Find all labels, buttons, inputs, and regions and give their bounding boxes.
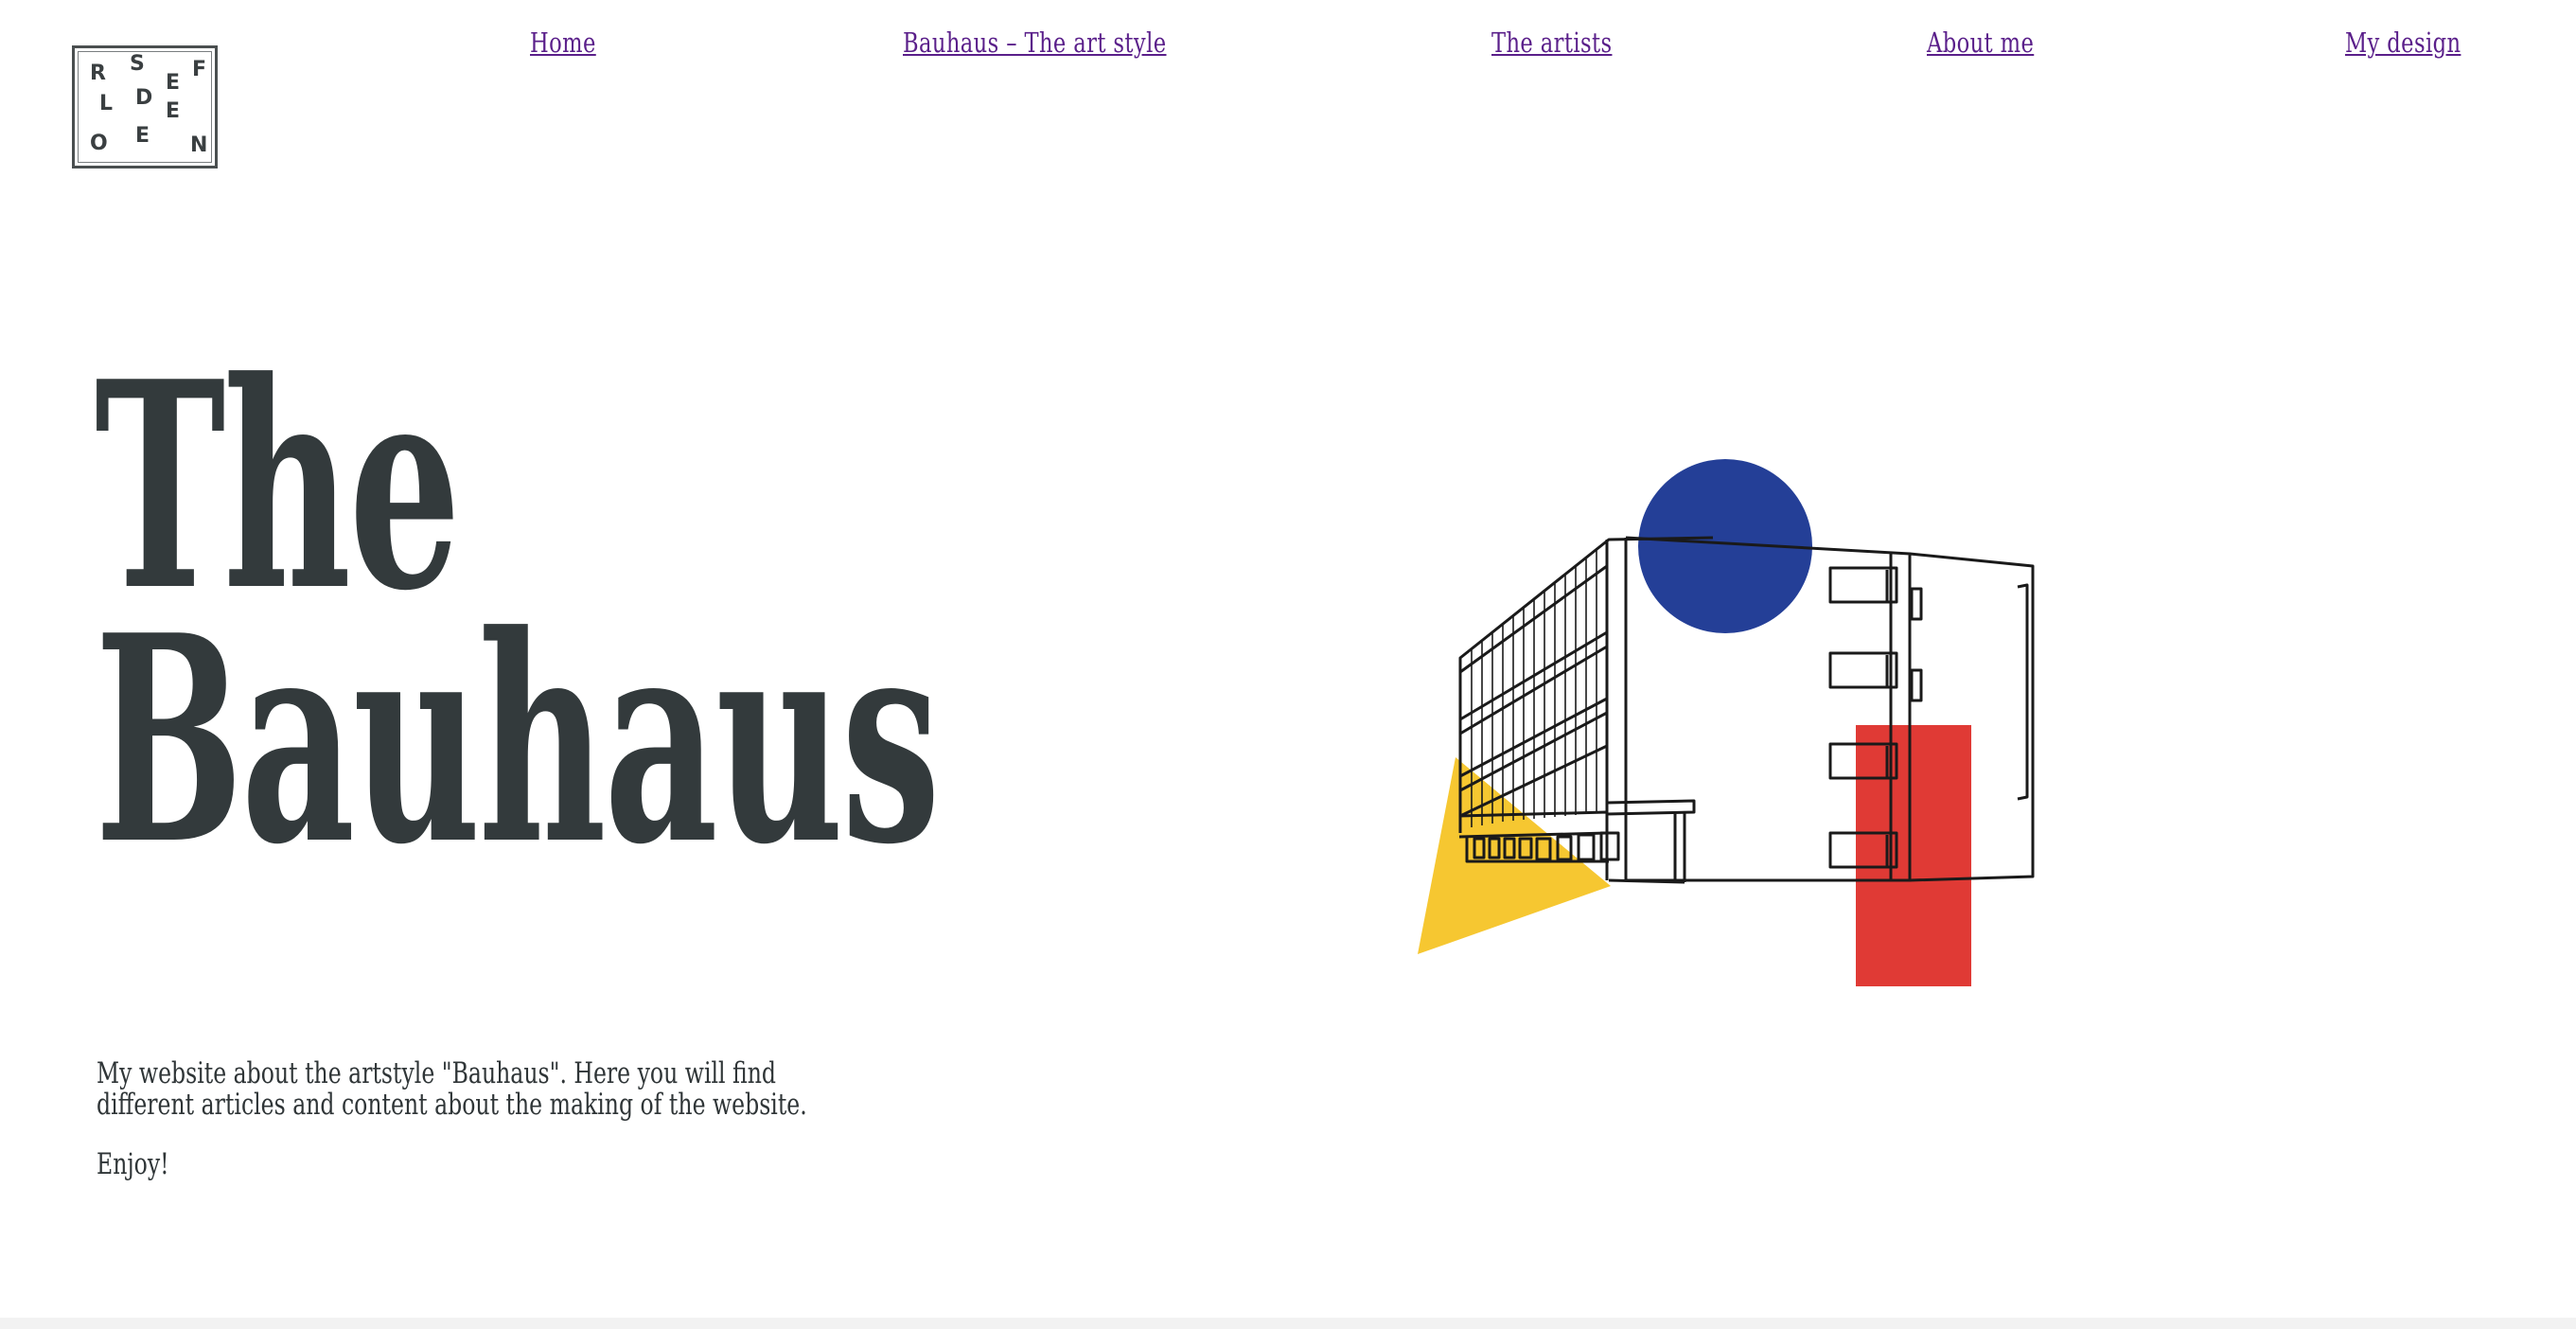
nav-link-home[interactable]: Home [530,27,596,59]
intro-enjoy: Enjoy! [97,1147,169,1181]
logo-letter: N [190,133,208,157]
logo-letter: R [90,62,106,85]
logo-letter: L [99,92,114,115]
page-title-line-2: Bauhaus [95,573,941,907]
logo-letter: E [166,71,181,95]
bauhaus-building-illustration [1418,459,2035,986]
logo-letter: D [135,86,153,110]
main-navigation: Home Bauhaus – The art style The artists… [0,27,2576,64]
nav-link-the-artists[interactable]: The artists [1491,27,1612,59]
logo-letter: O [90,132,108,155]
intro-line-2: different articles and content about the… [97,1088,807,1122]
building-mullions [1471,548,1597,827]
logo-letter: E [166,99,181,123]
nav-link-my-design[interactable]: My design [2345,27,2461,59]
nav-link-bauhaus-art-style[interactable]: Bauhaus – The art style [903,27,1166,59]
intro-text: My website about the artstyle "Bauhaus".… [97,1058,960,1180]
page-bottom-edge [0,1318,2576,1329]
page-title: The Bauhaus [95,345,941,907]
nav-link-about-me[interactable]: About me [1927,27,2034,59]
logo-letter: E [135,124,150,148]
red-rectangle-shape [1856,725,1971,986]
intro-line-1: My website about the artstyle "Bauhaus".… [97,1056,777,1090]
